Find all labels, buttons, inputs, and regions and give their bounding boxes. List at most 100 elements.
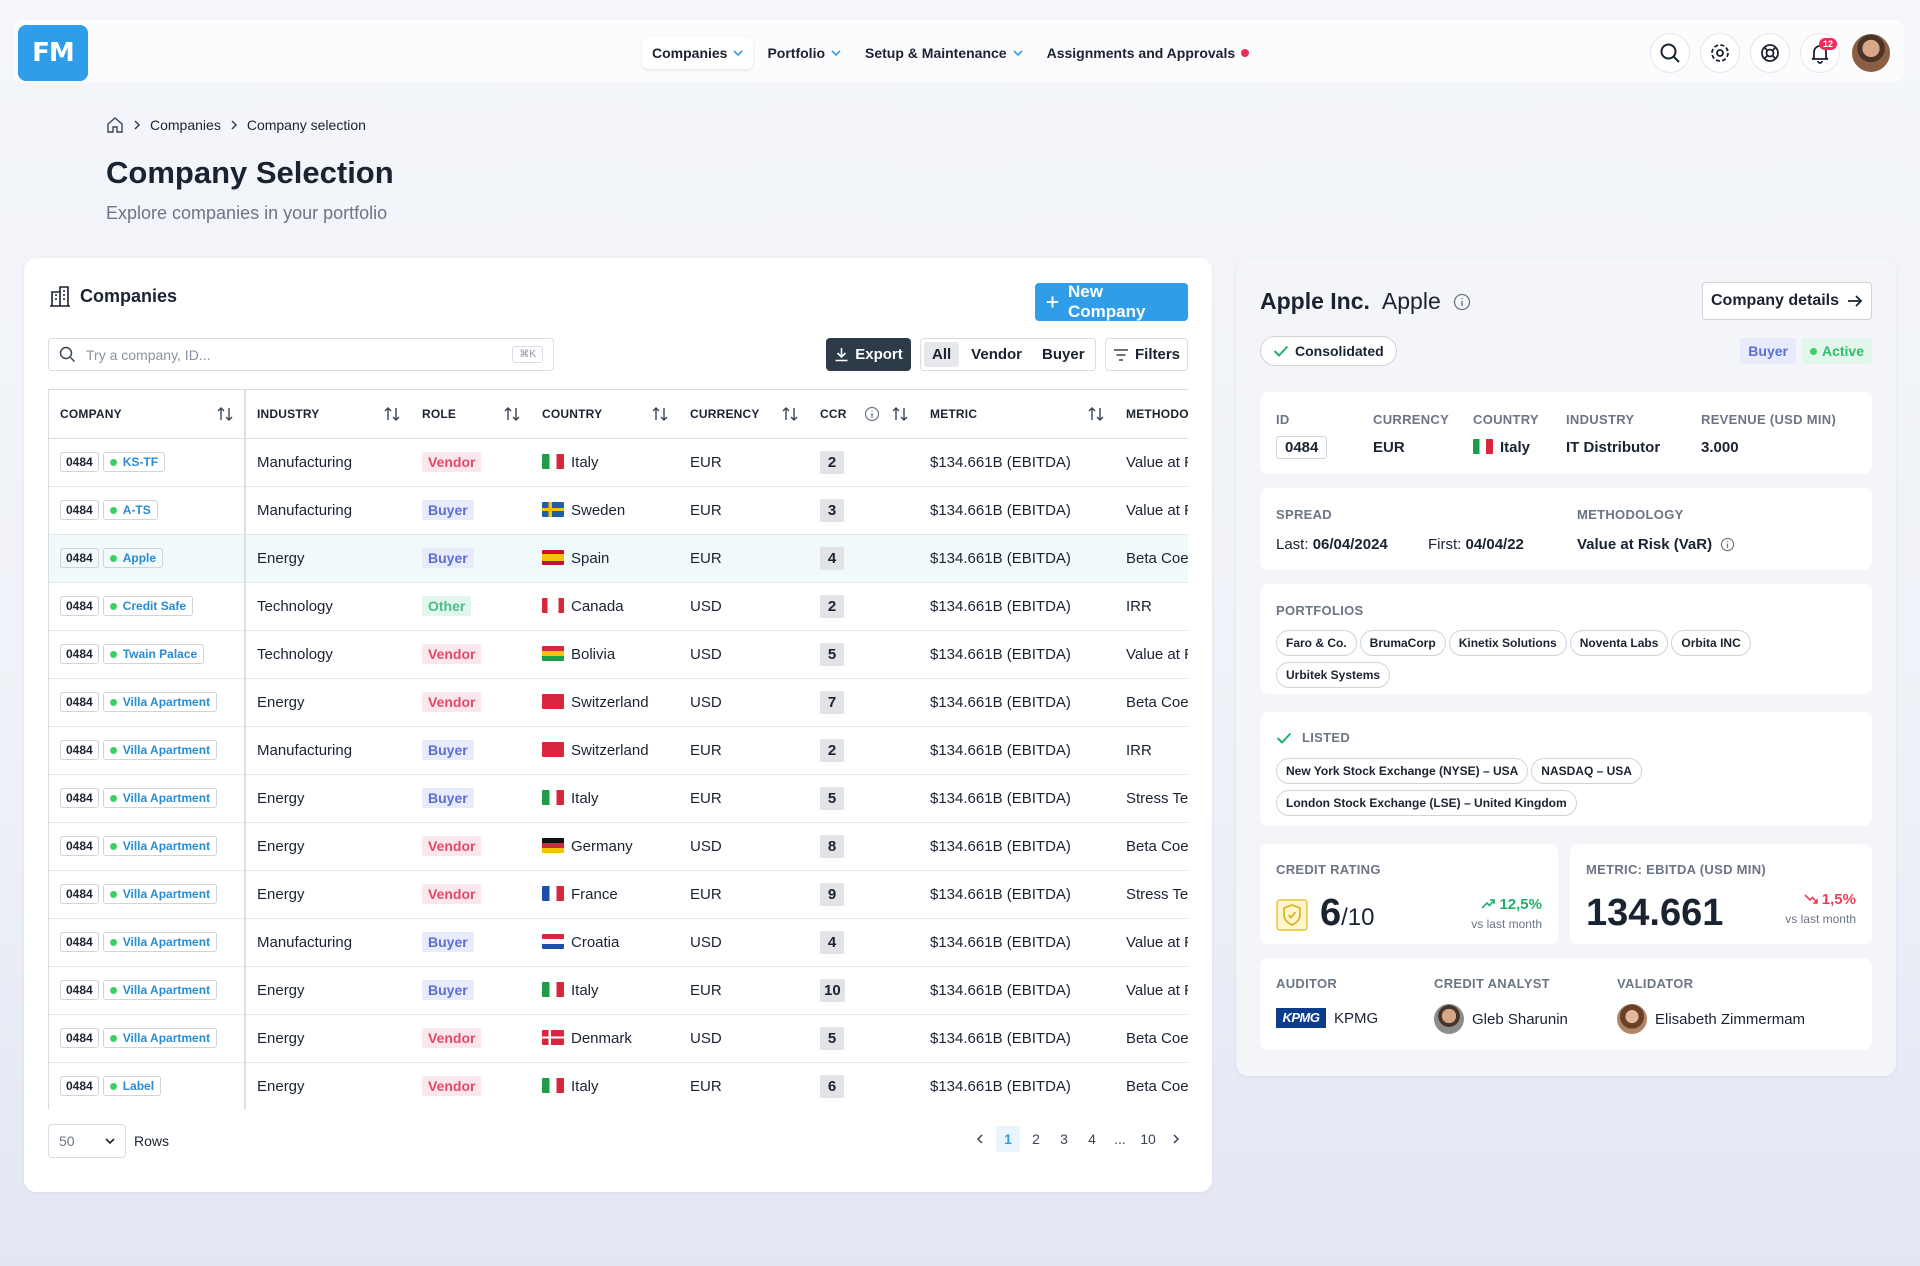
exchange-pill[interactable]: NASDAQ – USA xyxy=(1531,758,1642,784)
portfolio-pill[interactable]: Urbitek Systems xyxy=(1276,662,1391,688)
breadcrumb-companies[interactable]: Companies xyxy=(150,117,221,133)
page-2[interactable]: 2 xyxy=(1024,1126,1048,1152)
table-row[interactable]: 0484 KS-TF Manufacturing Vendor Italy EUR 2 $13… xyxy=(49,438,1188,487)
column-header-country[interactable]: COUNTRY xyxy=(531,390,679,439)
nav-assignments-approvals[interactable]: Assignments and Approvals xyxy=(1037,37,1260,69)
table-row[interactable]: 0484 Villa Apartment Manufacturing Buyer Swi… xyxy=(49,726,1188,775)
page-4[interactable]: 4 xyxy=(1080,1126,1104,1152)
search-button[interactable] xyxy=(1650,33,1690,73)
prev-page-button[interactable] xyxy=(968,1126,992,1152)
new-company-button[interactable]: New Company xyxy=(1035,282,1188,321)
info-icon[interactable] xyxy=(864,406,880,422)
column-header-metric[interactable]: METRIC xyxy=(919,390,1115,439)
portfolio-pill[interactable]: Noventa Labs xyxy=(1569,630,1669,656)
company-name-tag[interactable]: Villa Apartment xyxy=(102,1028,218,1049)
table-row[interactable]: 0484 Villa Apartment Energy Vendor France EUR… xyxy=(49,870,1188,919)
status-dot xyxy=(109,506,117,514)
table-row[interactable]: 0484 Credit Safe Technology Other Canada USD 2… xyxy=(49,582,1188,631)
ccr-badge: 10 xyxy=(820,978,845,1002)
validator-name[interactable]: Elisabeth Zimmermam xyxy=(1655,1011,1805,1028)
app-logo[interactable]: FM xyxy=(18,25,88,81)
company-name-tag[interactable]: KS-TF xyxy=(102,452,166,473)
status-dot xyxy=(109,890,117,898)
portfolio-pill[interactable]: Orbita INC xyxy=(1671,630,1751,656)
filters-button[interactable]: Filters xyxy=(1105,338,1188,371)
company-name-tag[interactable]: Apple xyxy=(102,548,164,569)
column-header-ccr[interactable]: CCR xyxy=(809,390,919,439)
column-header-role[interactable]: ROLE xyxy=(411,390,531,439)
table-row[interactable]: 0484 Apple Energy Buyer Spain EUR 4 $134.661B (… xyxy=(49,534,1188,583)
role-badge: Buyer xyxy=(422,548,474,568)
cell-ccr: 5 xyxy=(809,774,919,823)
page-10[interactable]: 10 xyxy=(1136,1126,1160,1152)
sort-icon[interactable] xyxy=(652,406,668,421)
company-name-tag[interactable]: Label xyxy=(102,1076,162,1097)
info-icon[interactable] xyxy=(1453,293,1471,311)
revenue-label: REVENUE (USD MIN) xyxy=(1701,412,1837,427)
role-badge: Vendor xyxy=(422,884,482,904)
company-name-tag[interactable]: A-TS xyxy=(102,500,158,521)
company-search-box[interactable]: Try a company, ID... ⌘K xyxy=(48,338,554,371)
info-icon[interactable] xyxy=(1720,537,1735,552)
switzerland-flag-icon xyxy=(542,693,564,709)
analyst-name[interactable]: Gleb Sharunin xyxy=(1472,1011,1568,1028)
sort-icon[interactable] xyxy=(782,406,798,421)
portfolio-pill[interactable]: Kinetix Solutions xyxy=(1448,630,1567,656)
column-header-currency[interactable]: CURRENCY xyxy=(679,390,809,439)
portfolio-pill[interactable]: Faro & Co. xyxy=(1276,630,1357,656)
portfolio-pill[interactable]: BrumaCorp xyxy=(1359,630,1446,656)
page-1[interactable]: 1 xyxy=(996,1126,1020,1152)
table-row[interactable]: 0484 Villa Apartment Energy Vendor Germany US… xyxy=(49,822,1188,871)
company-name-tag[interactable]: Villa Apartment xyxy=(102,932,218,953)
table-row[interactable]: 0484 Label Energy Vendor Italy EUR 6 $134.661B … xyxy=(49,1062,1188,1109)
column-header-industry[interactable]: INDUSTRY xyxy=(245,390,411,439)
company-name-tag[interactable]: Villa Apartment xyxy=(102,980,218,1001)
segment-buyer[interactable]: Buyer xyxy=(1034,342,1093,367)
company-name-tag[interactable]: Villa Apartment xyxy=(102,692,218,713)
sort-icon[interactable] xyxy=(217,406,233,421)
nav-setup-maintenance[interactable]: Setup & Maintenance xyxy=(855,37,1033,69)
cell-industry: Manufacturing xyxy=(245,726,411,775)
sort-icon[interactable] xyxy=(892,406,908,421)
table-row[interactable]: 0484 Twain Palace Technology Vendor Bolivia U… xyxy=(49,630,1188,679)
search-input[interactable]: Try a company, ID... xyxy=(86,347,210,363)
cell-company: 0484 Villa Apartment xyxy=(49,726,246,775)
column-header-company[interactable]: COMPANY xyxy=(49,390,246,439)
cell-currency: EUR xyxy=(679,438,809,487)
table-row[interactable]: 0484 Villa Apartment Manufacturing Buyer Cro… xyxy=(49,918,1188,967)
page-3[interactable]: 3 xyxy=(1052,1126,1076,1152)
status-dot xyxy=(1809,347,1817,355)
company-details-button[interactable]: Company details xyxy=(1702,282,1872,320)
table-row[interactable]: 0484 A-TS Manufacturing Buyer Sweden EUR 3 $134… xyxy=(49,486,1188,535)
exchange-pill[interactable]: London Stock Exchange (LSE) – United Kin… xyxy=(1276,790,1577,816)
export-button[interactable]: Export xyxy=(826,338,911,371)
table-row[interactable]: 0484 Villa Apartment Energy Vendor Switzerla… xyxy=(49,678,1188,727)
company-name-tag[interactable]: Villa Apartment xyxy=(102,740,218,761)
company-name-tag[interactable]: Credit Safe xyxy=(102,596,194,617)
exchange-pill[interactable]: New York Stock Exchange (NYSE) – USA xyxy=(1276,758,1529,784)
company-name-tag[interactable]: Twain Palace xyxy=(102,644,205,665)
table-row[interactable]: 0484 Villa Apartment Energy Vendor Denmark US… xyxy=(49,1014,1188,1063)
rows-per-page-select[interactable]: 50 xyxy=(48,1124,126,1158)
table-row[interactable]: 0484 Villa Apartment Energy Buyer Italy EUR 10… xyxy=(49,966,1188,1015)
company-name-tag[interactable]: Villa Apartment xyxy=(102,884,218,905)
home-icon[interactable] xyxy=(106,116,124,134)
segment-vendor[interactable]: Vendor xyxy=(963,342,1030,367)
sort-icon[interactable] xyxy=(504,406,520,421)
help-button[interactable] xyxy=(1750,33,1790,73)
sort-icon[interactable] xyxy=(384,406,400,421)
segment-all[interactable]: All xyxy=(924,342,960,367)
notifications-button[interactable]: 12 xyxy=(1800,33,1840,73)
table-row[interactable]: 0484 Villa Apartment Energy Buyer Italy EUR 5 $… xyxy=(49,774,1188,823)
spread-last-date: 06/04/2024 xyxy=(1312,536,1388,553)
settings-button[interactable] xyxy=(1700,33,1740,73)
company-name-tag[interactable]: Villa Apartment xyxy=(102,788,218,809)
company-name-tag[interactable]: Villa Apartment xyxy=(102,836,218,857)
cell-company: 0484 Apple xyxy=(49,534,246,583)
nav-portfolio[interactable]: Portfolio xyxy=(757,37,851,69)
user-avatar[interactable] xyxy=(1850,32,1892,74)
next-page-button[interactable] xyxy=(1164,1126,1188,1152)
sort-icon[interactable] xyxy=(1088,406,1104,421)
nav-companies[interactable]: Companies xyxy=(642,37,754,69)
column-header-methodology[interactable]: METHODO xyxy=(1115,390,1188,439)
